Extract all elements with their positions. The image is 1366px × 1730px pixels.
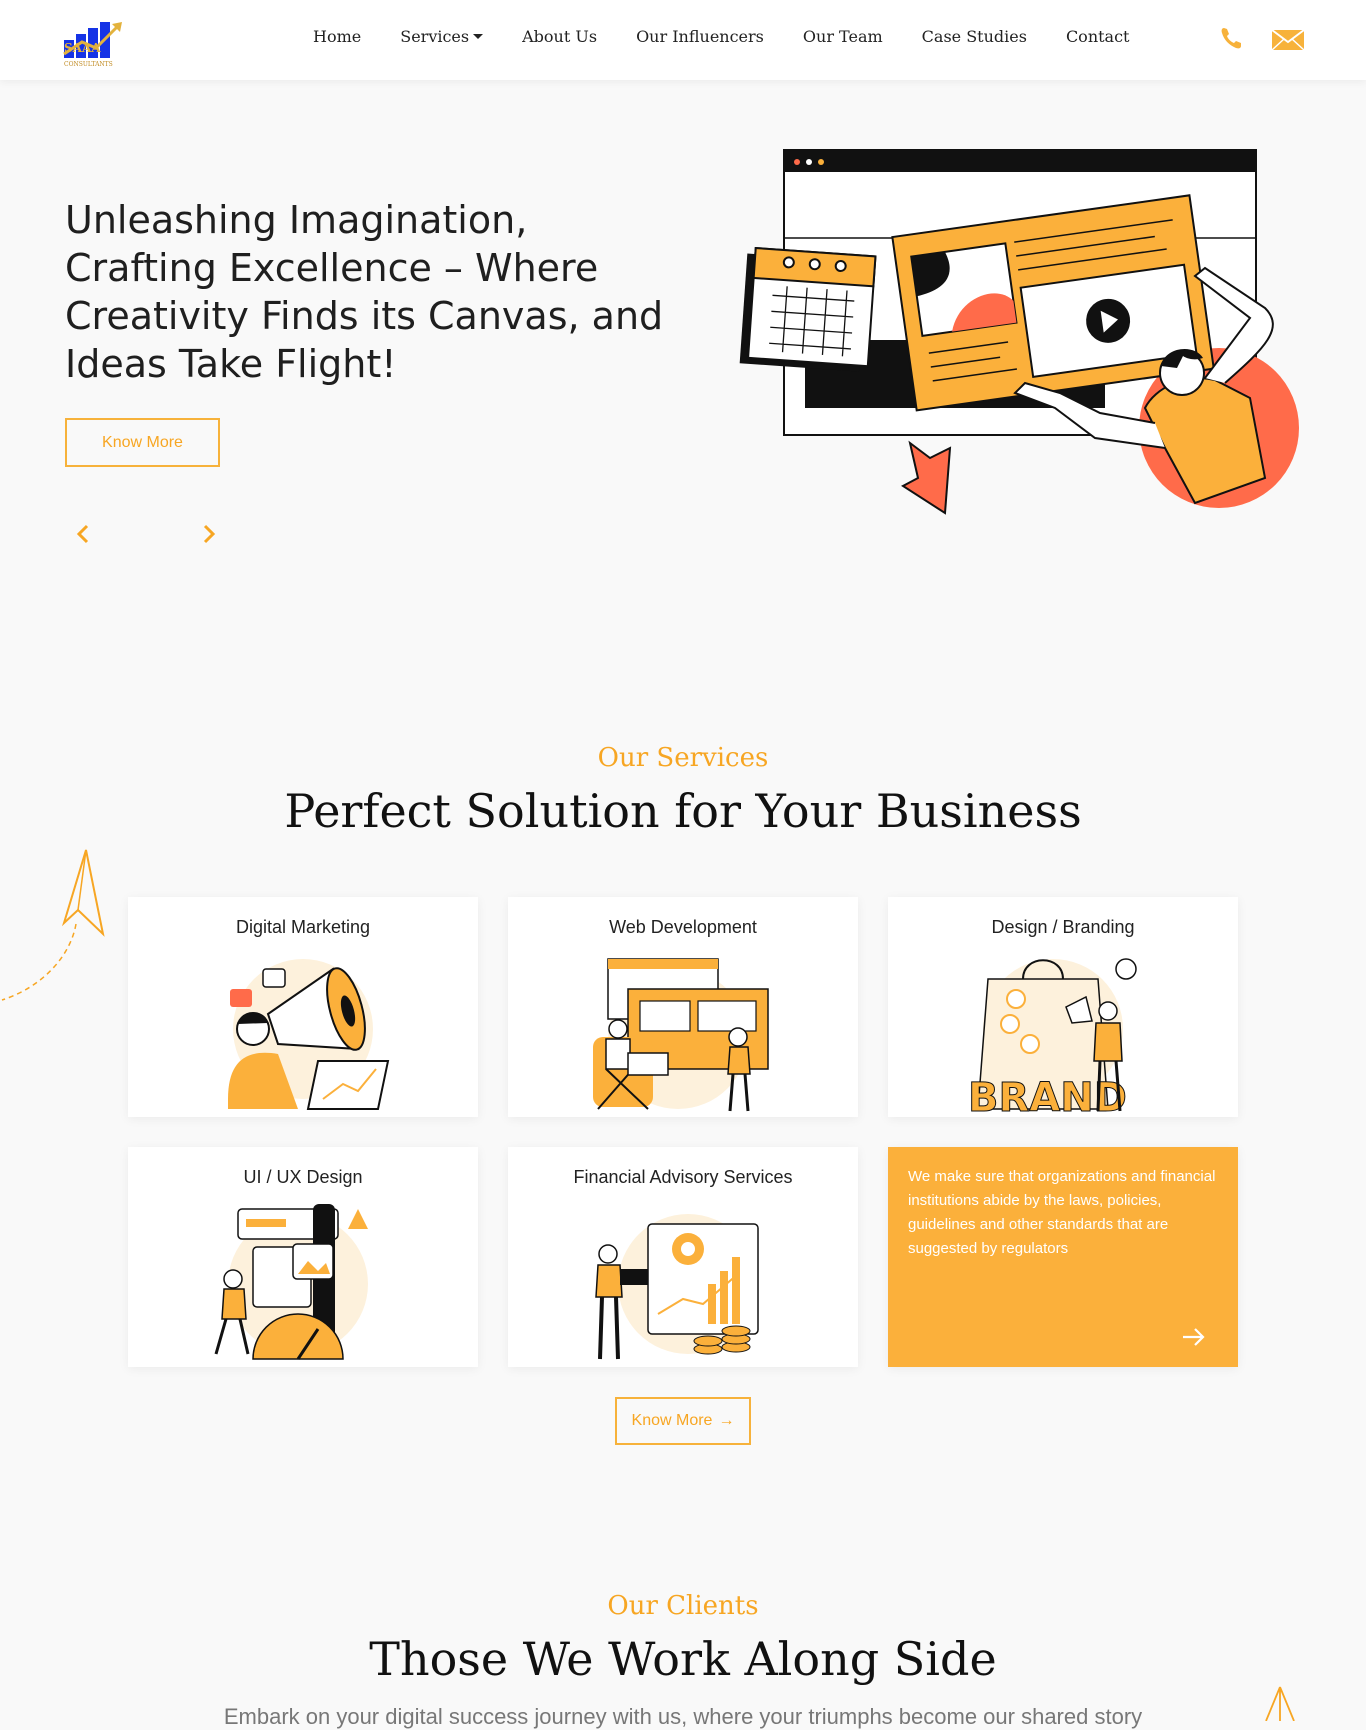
main-nav: Home Services About Us Our Influencers O… bbox=[313, 0, 1168, 72]
compliance-info-text: We make sure that organizations and fina… bbox=[908, 1168, 1216, 1257]
paper-plane-icon bbox=[1, 849, 105, 1001]
web-development-illustration bbox=[593, 958, 769, 1112]
nav-home[interactable]: Home bbox=[313, 27, 361, 46]
service-card-digital-marketing[interactable]: Digital Marketing bbox=[128, 897, 478, 1117]
nav-team[interactable]: Our Team bbox=[803, 27, 883, 46]
clients-subtitle: Embark on your digital success journey w… bbox=[223, 1704, 1143, 1729]
financial-illustration bbox=[595, 1214, 759, 1360]
nav-team-label: Our Team bbox=[802, 26, 883, 46]
arrow-right-icon[interactable] bbox=[1180, 1325, 1208, 1349]
services-kicker: Our Services bbox=[597, 743, 769, 773]
compliance-info-card[interactable]: We make sure that organizations and fina… bbox=[888, 1147, 1238, 1367]
ui-ux-illustration bbox=[214, 1204, 368, 1360]
svg-text:CONSULTANTS: CONSULTANTS bbox=[64, 61, 113, 68]
service-card-financial-advisory[interactable]: Financial Advisory Services bbox=[508, 1147, 858, 1367]
hero-know-more-button[interactable]: Know More bbox=[65, 418, 220, 467]
nav-home-label: Home bbox=[313, 26, 362, 46]
svg-text:BRAND: BRAND bbox=[968, 1075, 1127, 1114]
megaphone-illustration bbox=[228, 959, 390, 1110]
nav-services[interactable]: Services bbox=[400, 26, 484, 46]
company-logo[interactable]: SAAA CONSULTANTS bbox=[62, 18, 134, 68]
nav-case-studies[interactable]: Case Studies bbox=[922, 27, 1027, 46]
services-title: Perfect Solution for Your Business bbox=[284, 784, 1082, 838]
hero-title: Unleashing Imagination, Crafting Excelle… bbox=[65, 198, 664, 386]
nav-influencers[interactable]: Our Influencers bbox=[636, 27, 764, 46]
chevron-left-icon[interactable] bbox=[70, 520, 96, 548]
nav-influencers-label: Our Influencers bbox=[636, 26, 764, 46]
arrow-right-icon: → bbox=[718, 1412, 735, 1429]
paper-plane-icon bbox=[1265, 1686, 1295, 1721]
svg-text:SAAA: SAAA bbox=[64, 41, 101, 55]
nav-about[interactable]: About Us bbox=[522, 27, 597, 46]
nav-services-label: Services bbox=[400, 26, 470, 46]
nav-contact[interactable]: Contact bbox=[1066, 27, 1130, 46]
branding-illustration: BRAND bbox=[968, 958, 1137, 1114]
mail-icon[interactable] bbox=[1270, 24, 1306, 54]
nav-about-label: About Us bbox=[522, 26, 598, 46]
site-header: SAAA CONSULTANTS Home Services About Us … bbox=[0, 0, 1366, 80]
service-card-design-branding[interactable]: Design / Branding BRAND bbox=[888, 897, 1238, 1117]
services-know-more-button[interactable]: Know More → bbox=[615, 1397, 751, 1445]
clients-title: Those We Work Along Side bbox=[369, 1632, 997, 1686]
clients-kicker: Our Clients bbox=[607, 1591, 759, 1621]
service-card-title: Digital Marketing bbox=[235, 917, 371, 937]
phone-icon[interactable] bbox=[1216, 24, 1252, 54]
service-card-title: Design / Branding bbox=[991, 917, 1135, 937]
nav-case-studies-label: Case Studies bbox=[921, 26, 1027, 46]
nav-contact-label: Contact bbox=[1065, 26, 1130, 46]
chevron-right-icon[interactable] bbox=[196, 520, 222, 548]
hero-button-label: Know More bbox=[102, 433, 183, 451]
service-card-title: UI / UX Design bbox=[243, 1167, 363, 1187]
caret-down-icon bbox=[473, 33, 484, 39]
hero-illustration bbox=[739, 149, 1299, 515]
service-card-title: Web Development bbox=[609, 917, 757, 937]
service-card-ui-ux-design[interactable]: UI / UX Design bbox=[128, 1147, 478, 1367]
services-button-label: Know More bbox=[631, 1412, 713, 1429]
service-card-title: Financial Advisory Services bbox=[573, 1167, 793, 1187]
service-card-web-development[interactable]: Web Development bbox=[508, 897, 858, 1117]
